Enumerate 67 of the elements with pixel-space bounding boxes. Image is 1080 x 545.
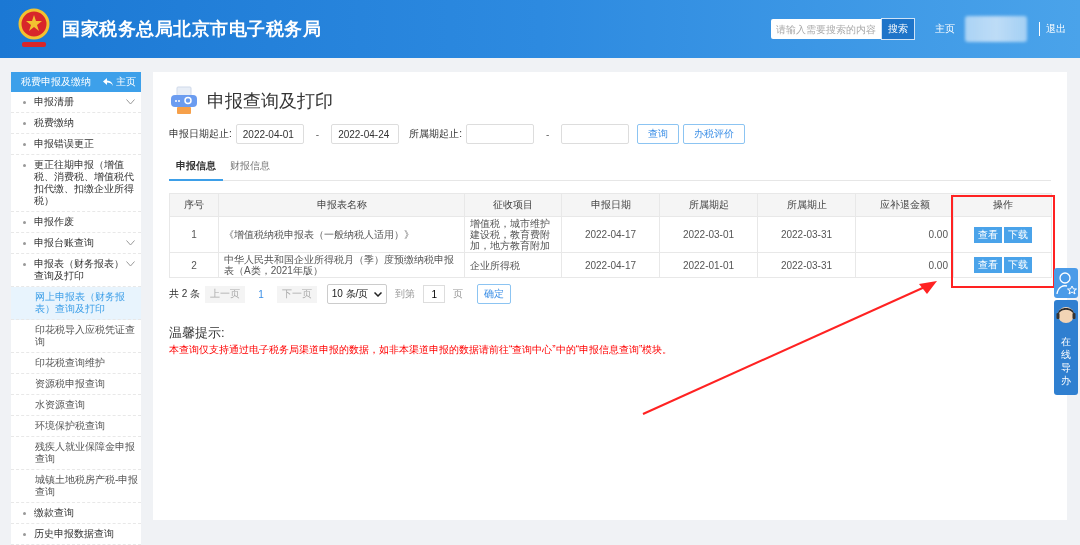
online-guide-tab[interactable]: 在线导办 <box>1054 300 1078 395</box>
page-number[interactable]: 1 <box>258 288 264 300</box>
table-cell: 2 <box>169 252 219 278</box>
search-button[interactable]: 搜索 <box>881 18 915 40</box>
table-cell: 2022-03-01 <box>659 216 758 253</box>
sidebar-item[interactable]: 税费缴纳 <box>11 113 141 134</box>
date-range-label: 申报日期起止: <box>169 127 232 141</box>
table-cell: 2022-04-17 <box>561 216 660 253</box>
table-cell: 1 <box>169 216 219 253</box>
search-field[interactable]: 请输入需要搜索的内容 <box>771 19 881 39</box>
sidebar-item[interactable]: 申报作废 <box>11 212 141 233</box>
notice-title: 温馨提示: <box>169 324 226 342</box>
table-cell: 2022-03-31 <box>757 252 856 278</box>
sidebar-item[interactable]: 申报台账查询 <box>11 233 141 254</box>
rating-button[interactable]: 办税评价 <box>683 124 746 144</box>
table-cell: 2022-04-17 <box>561 252 660 278</box>
sidebar-item[interactable]: 缴款查询 <box>11 503 141 524</box>
sidebar-item[interactable]: 更正往期申报（增值税、消费税、增值税代扣代缴、扣缴企业所得税） <box>11 155 141 212</box>
column-header: 所属期止 <box>757 193 856 217</box>
table-cell: 《增值税纳税申报表（一般纳税人适用）》 <box>218 216 465 253</box>
back-arrow-icon <box>103 78 113 86</box>
sidebar-item[interactable]: 申报清册 <box>11 92 141 113</box>
sidebar-subitem[interactable]: 水资源查询 <box>11 395 141 416</box>
goto-label: 到第 <box>395 287 416 301</box>
page-title: 申报查询及打印 <box>207 90 333 113</box>
column-header: 申报表名称 <box>218 193 465 217</box>
page-size-select[interactable]: 10 条/页 <box>326 284 388 304</box>
chevron-down-icon <box>374 291 383 297</box>
table-cell: 中华人民共和国企业所得税月（季）度预缴纳税申报表（A类，2021年版） <box>218 252 465 278</box>
sidebar-item[interactable]: 申报错误更正 <box>11 134 141 155</box>
confirm-button[interactable]: 确定 <box>477 284 512 304</box>
sidebar-subitem[interactable]: 环境保护税查询 <box>11 416 141 437</box>
period-start-field[interactable] <box>465 124 534 144</box>
table-cell: 0.00 <box>855 252 954 278</box>
sidebar-subitem[interactable]: 资源税申报查询 <box>11 374 141 395</box>
total-count: 共 2 条 <box>169 287 201 301</box>
notice-text: 本查询仅支持通过电子税务局渠道申报的数据，如非本渠道申报的数据请前往“查询中心”中的“申报信息查询”模块。 <box>169 343 674 357</box>
sidebar-subitem[interactable]: 印花税导入应税凭证查询 <box>11 320 141 353</box>
sidebar-item[interactable]: 历史申报数据查询 <box>11 524 141 545</box>
range-separator: - <box>545 128 550 140</box>
sidebar-subitem[interactable]: 城镇土地税房产税-申报查询 <box>11 470 141 503</box>
table-cell: 2022-03-31 <box>757 216 856 253</box>
period-range-label: 所属期起止: <box>409 127 462 141</box>
printer-icon <box>169 86 199 116</box>
table-cell: 增值税，城市维护建设税，教育费附加，地方教育附加 <box>464 216 562 253</box>
sidebar-subitem[interactable]: 残疾人就业保障金申报查询 <box>11 437 141 470</box>
blurred-username <box>965 16 1027 42</box>
range-separator: - <box>315 128 320 140</box>
column-header: 序号 <box>169 193 219 217</box>
column-header: 申报日期 <box>561 193 660 217</box>
column-header: 应补退金额 <box>855 193 954 217</box>
sidebar-subitem[interactable]: 印花税查询维护 <box>11 353 141 374</box>
tab[interactable]: 申报信息 <box>169 154 223 181</box>
page-input[interactable]: 1 <box>423 285 446 303</box>
column-header: 征收项目 <box>464 193 562 217</box>
tab[interactable]: 财报信息 <box>223 154 277 181</box>
page-unit-label: 页 <box>453 287 464 301</box>
period-end-field[interactable] <box>561 124 630 144</box>
start-date-field[interactable]: 2022-04-01 <box>235 124 304 144</box>
site-title: 国家税务总局北京市电子税务局 <box>62 18 321 41</box>
table-cell: 0.00 <box>855 216 954 253</box>
query-button[interactable]: 查询 <box>637 124 680 144</box>
sidebar-title: 税费申报及缴纳 <box>21 75 91 89</box>
column-header: 所属期起 <box>659 193 758 217</box>
table-cell: 企业所得税 <box>464 252 562 278</box>
table-cell: 2022-01-01 <box>659 252 758 278</box>
end-date-field[interactable]: 2022-04-24 <box>331 124 400 144</box>
